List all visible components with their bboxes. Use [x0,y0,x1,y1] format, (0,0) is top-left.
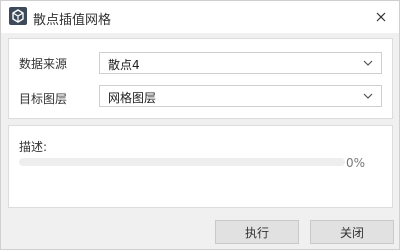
close-window-button[interactable] [369,5,393,29]
app-logo-icon [9,7,27,25]
chevron-down-icon [363,60,373,66]
progress-bar [19,158,345,166]
target-layer-value: 网格图层 [108,91,157,105]
data-source-select[interactable]: 散点4 [99,52,382,74]
description-label: 描述: [19,140,48,154]
data-source-value: 散点4 [108,58,140,72]
progress-panel: 描述: 0% [8,125,393,208]
chevron-down-icon [363,93,373,99]
dialog-window: 散点插值网格 数据来源 散点4 目标图层 网格图层 描述: 0% 执行 关闭 [0,0,400,250]
progress-percent: 0% [346,156,366,170]
execute-button[interactable]: 执行 [215,220,299,244]
titlebar: 散点插值网格 [1,1,399,33]
target-layer-label: 目标图层 [19,92,68,106]
target-layer-select[interactable]: 网格图层 [99,85,382,107]
close-button[interactable]: 关闭 [310,220,394,244]
data-source-label: 数据来源 [19,57,68,71]
settings-panel: 数据来源 散点4 目标图层 网格图层 [8,38,393,119]
window-title: 散点插值网格 [33,13,112,28]
close-icon [376,12,386,22]
